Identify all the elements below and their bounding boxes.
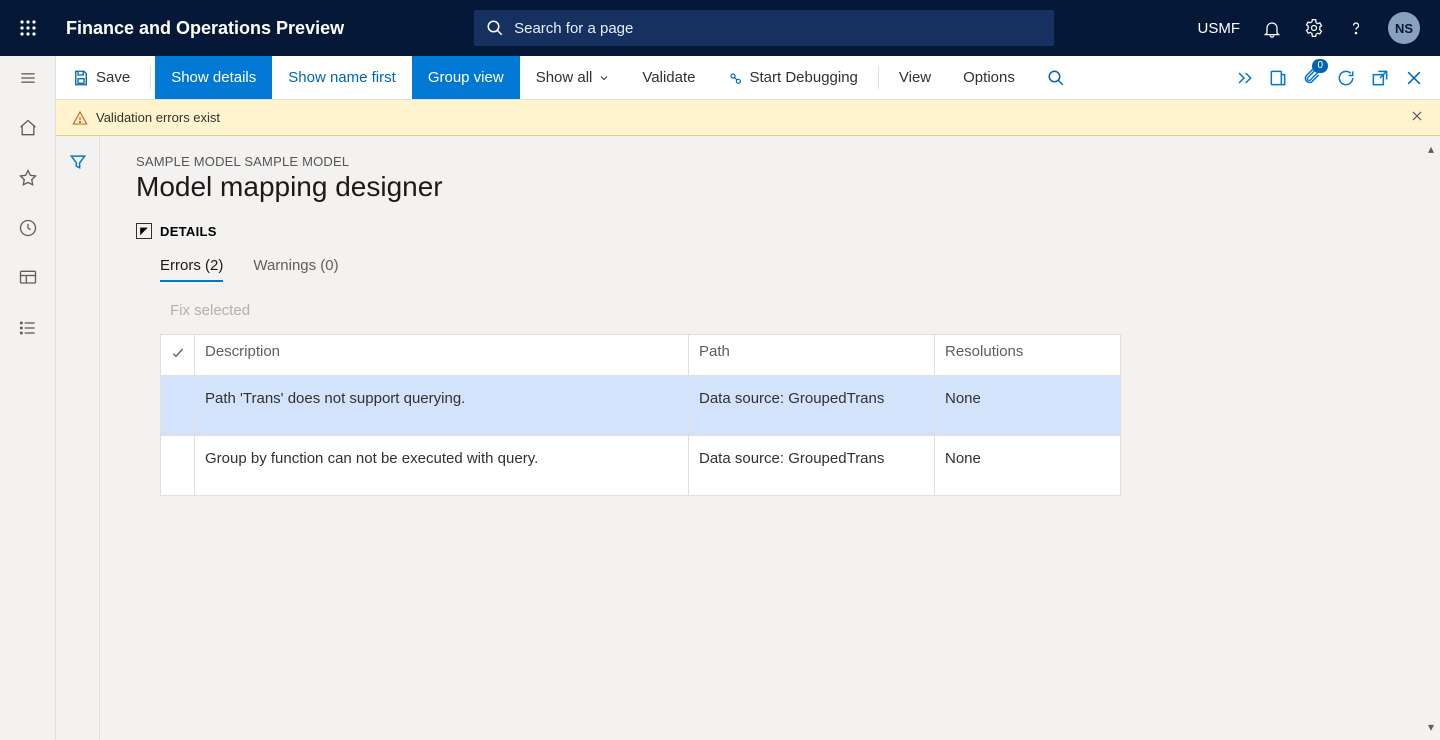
topbar-right: USMF NS	[1198, 12, 1440, 44]
page-title: Model mapping designer	[136, 171, 1386, 203]
waffle-icon	[19, 19, 37, 37]
page-search-button[interactable]	[1031, 56, 1081, 99]
details-label: DETAILS	[160, 224, 217, 239]
action-pane: Save Show details Show name first Group …	[56, 56, 1440, 100]
errors-grid: Description Path Resolutions Path 'Trans…	[160, 334, 1121, 496]
group-view-button[interactable]: Group view	[412, 56, 520, 99]
search-placeholder: Search for a page	[514, 20, 633, 37]
nav-favorites[interactable]	[16, 166, 40, 190]
popout-icon[interactable]	[1370, 68, 1390, 88]
tabs: Errors (2) Warnings (0)	[136, 257, 1386, 282]
global-search[interactable]: Search for a page	[474, 10, 1054, 46]
close-icon	[1410, 109, 1424, 123]
cell-resolutions: None	[935, 436, 1121, 496]
filter-rail	[56, 136, 100, 740]
tab-warnings[interactable]: Warnings (0)	[253, 257, 338, 282]
app-title: Finance and Operations Preview	[56, 18, 344, 39]
separator	[878, 66, 879, 89]
filter-icon[interactable]	[68, 152, 88, 172]
cell-path: Data source: GroupedTrans	[689, 436, 935, 496]
show-details-button[interactable]: Show details	[155, 56, 272, 99]
col-resolutions[interactable]: Resolutions	[935, 335, 1121, 376]
clock-icon	[18, 218, 38, 238]
col-path[interactable]: Path	[689, 335, 935, 376]
save-button[interactable]: Save	[56, 56, 146, 99]
notifications-icon[interactable]	[1262, 18, 1282, 38]
cell-resolutions: None	[935, 376, 1121, 436]
hamburger-icon	[18, 68, 38, 88]
breadcrumb: SAMPLE MODEL SAMPLE MODEL	[136, 154, 1386, 169]
nav-workspaces[interactable]	[16, 266, 40, 290]
close-page-icon[interactable]	[1404, 68, 1424, 88]
star-icon	[18, 168, 38, 188]
separator	[150, 66, 151, 89]
content-area: SAMPLE MODEL SAMPLE MODEL Model mapping …	[56, 136, 1440, 740]
nav-home[interactable]	[16, 116, 40, 140]
open-excel-icon[interactable]	[1268, 68, 1288, 88]
user-avatar[interactable]: NS	[1388, 12, 1420, 44]
vertical-scrollbar[interactable]: ▴ ▾	[1422, 136, 1440, 740]
cell-path: Data source: GroupedTrans	[689, 376, 935, 436]
save-icon	[72, 69, 90, 87]
global-topbar: Finance and Operations Preview Search fo…	[0, 0, 1440, 56]
col-description[interactable]: Description	[195, 335, 689, 376]
company-selector[interactable]: USMF	[1198, 20, 1241, 37]
message-text: Validation errors exist	[96, 110, 220, 125]
scroll-down-icon[interactable]: ▾	[1428, 720, 1434, 734]
collapse-triangle-icon: ◤	[136, 223, 152, 239]
refresh-icon[interactable]	[1336, 68, 1356, 88]
debug-icon	[727, 70, 743, 86]
attachments-badge: 0	[1312, 59, 1328, 73]
show-name-first-button[interactable]: Show name first	[272, 56, 412, 99]
nav-rail	[0, 56, 56, 740]
validate-button[interactable]: Validate	[626, 56, 711, 99]
nav-hamburger[interactable]	[16, 66, 40, 90]
grid-toolbar: Fix selected	[136, 282, 1386, 334]
nav-recent[interactable]	[16, 216, 40, 240]
show-all-button[interactable]: Show all	[520, 56, 627, 99]
list-icon	[18, 318, 38, 338]
app-launcher-button[interactable]	[0, 19, 56, 37]
options-button[interactable]: Options	[947, 56, 1031, 99]
fix-selected-button: Fix selected	[170, 302, 250, 319]
attachments-button[interactable]: 0	[1302, 65, 1322, 90]
nav-modules[interactable]	[16, 316, 40, 340]
details-section-header[interactable]: ◤ DETAILS	[136, 223, 1386, 239]
search-icon	[486, 19, 504, 37]
warning-icon	[72, 110, 88, 126]
chevron-down-icon	[598, 72, 610, 84]
scroll-up-icon[interactable]: ▴	[1428, 142, 1434, 156]
row-select[interactable]	[161, 436, 195, 496]
checkmark-icon	[170, 345, 186, 361]
workspace-icon	[18, 268, 38, 288]
grid-header-row: Description Path Resolutions	[161, 335, 1121, 376]
help-icon[interactable]	[1346, 18, 1366, 38]
grid-row[interactable]: Path 'Trans' does not support querying. …	[161, 376, 1121, 436]
settings-icon[interactable]	[1304, 18, 1324, 38]
select-all-header[interactable]	[161, 335, 195, 376]
action-pane-right: 0	[1234, 56, 1440, 99]
message-bar: Validation errors exist	[56, 100, 1440, 136]
home-icon	[18, 118, 38, 138]
search-icon	[1047, 69, 1065, 87]
start-debugging-button[interactable]: Start Debugging	[711, 56, 873, 99]
row-select[interactable]	[161, 376, 195, 436]
view-button[interactable]: View	[883, 56, 947, 99]
collapse-icon[interactable]	[1234, 68, 1254, 88]
tab-errors[interactable]: Errors (2)	[160, 257, 223, 282]
message-close-button[interactable]	[1410, 109, 1424, 126]
main-panel: SAMPLE MODEL SAMPLE MODEL Model mapping …	[100, 136, 1440, 740]
grid-row[interactable]: Group by function can not be executed wi…	[161, 436, 1121, 496]
cell-description: Path 'Trans' does not support querying.	[195, 376, 689, 436]
cell-description: Group by function can not be executed wi…	[195, 436, 689, 496]
